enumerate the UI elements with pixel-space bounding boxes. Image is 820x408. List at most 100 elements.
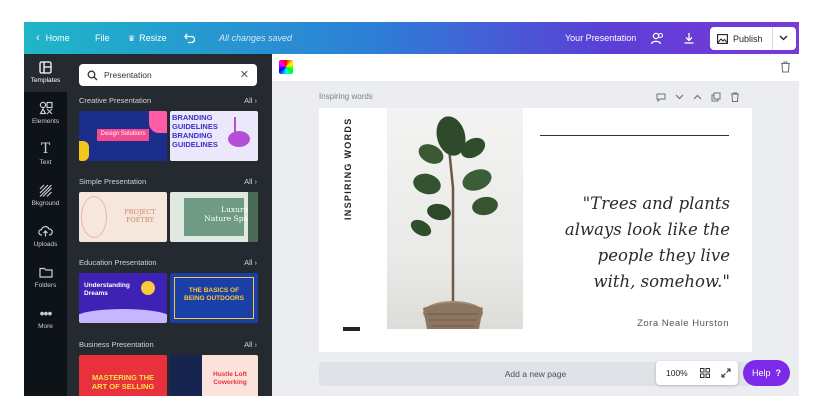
download-icon bbox=[684, 33, 694, 44]
section-title: Simple Presentation bbox=[79, 177, 147, 186]
rail-item-templates[interactable]: Templates bbox=[24, 54, 67, 92]
resize-label: Resize bbox=[139, 33, 167, 43]
rail-label: Elements bbox=[31, 118, 60, 125]
file-menu[interactable]: File bbox=[95, 22, 110, 54]
plant-photo[interactable] bbox=[387, 108, 523, 329]
chevron-left-icon: ‹ bbox=[36, 32, 40, 44]
template-thumbnail[interactable]: PROJECT POETRY bbox=[79, 192, 167, 242]
chevron-down-icon[interactable] bbox=[675, 94, 684, 100]
share-people-button[interactable] bbox=[650, 22, 665, 54]
thumbnail-title: Hustle Loft Coworking bbox=[213, 371, 247, 386]
add-page-label: Add a new page bbox=[504, 369, 567, 379]
chevron-up-icon[interactable] bbox=[693, 94, 702, 100]
template-thumbnail[interactable]: Design Solutions bbox=[79, 111, 167, 161]
save-status: All changes saved bbox=[219, 33, 293, 43]
document-title[interactable]: Your Presentation bbox=[565, 22, 636, 54]
rail-label: Folders bbox=[34, 282, 57, 289]
rail-item-more[interactable]: ••• More bbox=[24, 300, 67, 338]
fiddle-leaf-fig-image bbox=[410, 116, 498, 329]
help-label: Help bbox=[751, 368, 771, 378]
search-icon bbox=[87, 70, 98, 80]
section-title: Business Presentation bbox=[79, 340, 154, 349]
template-thumbnail[interactable]: Hustle Loft Coworking bbox=[170, 355, 258, 396]
template-thumbnail[interactable]: THE BASICS OF BEING OUTDOORS bbox=[170, 273, 258, 323]
section-header: Education Presentation All › bbox=[79, 258, 257, 270]
template-thumbnail[interactable]: Understanding Dreams bbox=[79, 273, 167, 323]
thumbnail-title: Design Solutions bbox=[100, 131, 146, 137]
search-input[interactable]: Presentation bbox=[104, 70, 152, 80]
people-icon bbox=[650, 32, 664, 44]
thumbnail-title: PROJECT POETRY bbox=[124, 208, 156, 224]
vertical-heading[interactable]: INSPIRING WORDS bbox=[343, 117, 355, 220]
side-rail: Templates Elements T Text Bkground Uploa… bbox=[24, 54, 67, 396]
thumbnail-title: BRANDING GUIDELINES BRANDING GUIDELINES bbox=[172, 113, 218, 149]
see-all-link[interactable]: All › bbox=[244, 340, 257, 349]
template-thumbnail[interactable]: BRANDING GUIDELINES BRANDING GUIDELINES bbox=[170, 111, 258, 161]
page-title[interactable]: Inspiring words bbox=[319, 92, 373, 101]
see-all-link[interactable]: All › bbox=[244, 96, 257, 105]
accent-bar bbox=[343, 327, 360, 331]
quote-line: with, somehow." bbox=[593, 272, 730, 291]
templates-icon bbox=[39, 60, 52, 74]
templates-panel: Presentation ✕ Creative Presentation All… bbox=[67, 54, 272, 396]
rail-label: Text bbox=[39, 159, 52, 166]
trash-icon[interactable] bbox=[780, 61, 791, 73]
template-thumbnail[interactable]: MASTERING THE ART OF SELLING bbox=[79, 355, 167, 396]
quote-author[interactable]: Zora Neale Hurston bbox=[609, 318, 729, 329]
rail-label: More bbox=[38, 323, 53, 330]
slide-canvas[interactable]: INSPIRING WORDS "Trees and plants always… bbox=[319, 108, 752, 352]
background-icon bbox=[39, 184, 52, 197]
grid-view-icon[interactable] bbox=[700, 368, 710, 378]
zoom-level[interactable]: 100% bbox=[666, 368, 688, 378]
search-field[interactable]: Presentation ✕ bbox=[79, 64, 257, 86]
template-thumbnail[interactable]: Luxure Nature Spa bbox=[170, 192, 258, 242]
download-button[interactable] bbox=[683, 22, 695, 54]
color-picker-swatch[interactable] bbox=[279, 60, 293, 74]
undo-icon bbox=[184, 33, 196, 43]
zoom-controls: 100% bbox=[656, 361, 738, 385]
see-all-label: All bbox=[244, 96, 253, 105]
clear-icon[interactable]: ✕ bbox=[240, 68, 249, 81]
fullscreen-icon[interactable] bbox=[721, 368, 731, 378]
rail-item-elements[interactable]: Elements bbox=[24, 95, 67, 133]
see-all-label: All bbox=[244, 177, 253, 186]
thumbnail-title: THE BASICS OF BEING OUTDOORS bbox=[184, 287, 244, 302]
folder-icon bbox=[38, 267, 53, 278]
thumbnail-title: MASTERING THE ART OF SELLING bbox=[91, 373, 155, 391]
home-button[interactable]: ‹ Home bbox=[36, 22, 70, 54]
see-all-label: All bbox=[244, 340, 253, 349]
publish-label: Publish bbox=[733, 33, 763, 44]
see-all-link[interactable]: All › bbox=[244, 258, 257, 267]
comment-icon[interactable] bbox=[656, 93, 666, 102]
duplicate-icon[interactable] bbox=[711, 92, 721, 102]
rail-label: Uploads bbox=[33, 241, 58, 248]
undo-button[interactable] bbox=[184, 22, 196, 54]
quote-text[interactable]: "Trees and plants always look like the p… bbox=[531, 191, 730, 295]
section-header: Simple Presentation All › bbox=[79, 177, 257, 189]
chevron-down-icon[interactable] bbox=[779, 35, 788, 41]
home-label: Home bbox=[45, 33, 70, 43]
help-button[interactable]: Help ? bbox=[743, 360, 790, 386]
cloud-upload-icon bbox=[38, 226, 53, 237]
rail-item-text[interactable]: T Text bbox=[24, 136, 67, 174]
crown-icon: ♛ bbox=[128, 33, 136, 43]
publish-button[interactable]: Publish bbox=[710, 27, 796, 50]
quote-line: "Trees and plants bbox=[582, 194, 730, 213]
resize-button[interactable]: ♛ Resize bbox=[128, 22, 167, 54]
rail-item-uploads[interactable]: Uploads bbox=[24, 218, 67, 256]
editor-toolbar bbox=[272, 54, 799, 81]
rail-label: Templates bbox=[30, 77, 61, 84]
rail-label: Bkground bbox=[31, 200, 60, 207]
see-all-link[interactable]: All › bbox=[244, 177, 257, 186]
section-title: Education Presentation bbox=[79, 258, 157, 267]
rail-item-folders[interactable]: Folders bbox=[24, 259, 67, 297]
page-tools bbox=[656, 91, 740, 103]
question-icon: ? bbox=[775, 368, 782, 378]
delete-page-icon[interactable] bbox=[730, 92, 740, 102]
editor-window: ‹ Home File ♛ Resize All changes saved Y… bbox=[24, 22, 799, 396]
file-label: File bbox=[95, 33, 110, 43]
elements-icon bbox=[38, 101, 53, 115]
quote-line: people they live bbox=[597, 246, 730, 265]
rail-item-background[interactable]: Bkground bbox=[24, 177, 67, 215]
divider-line bbox=[540, 135, 729, 136]
